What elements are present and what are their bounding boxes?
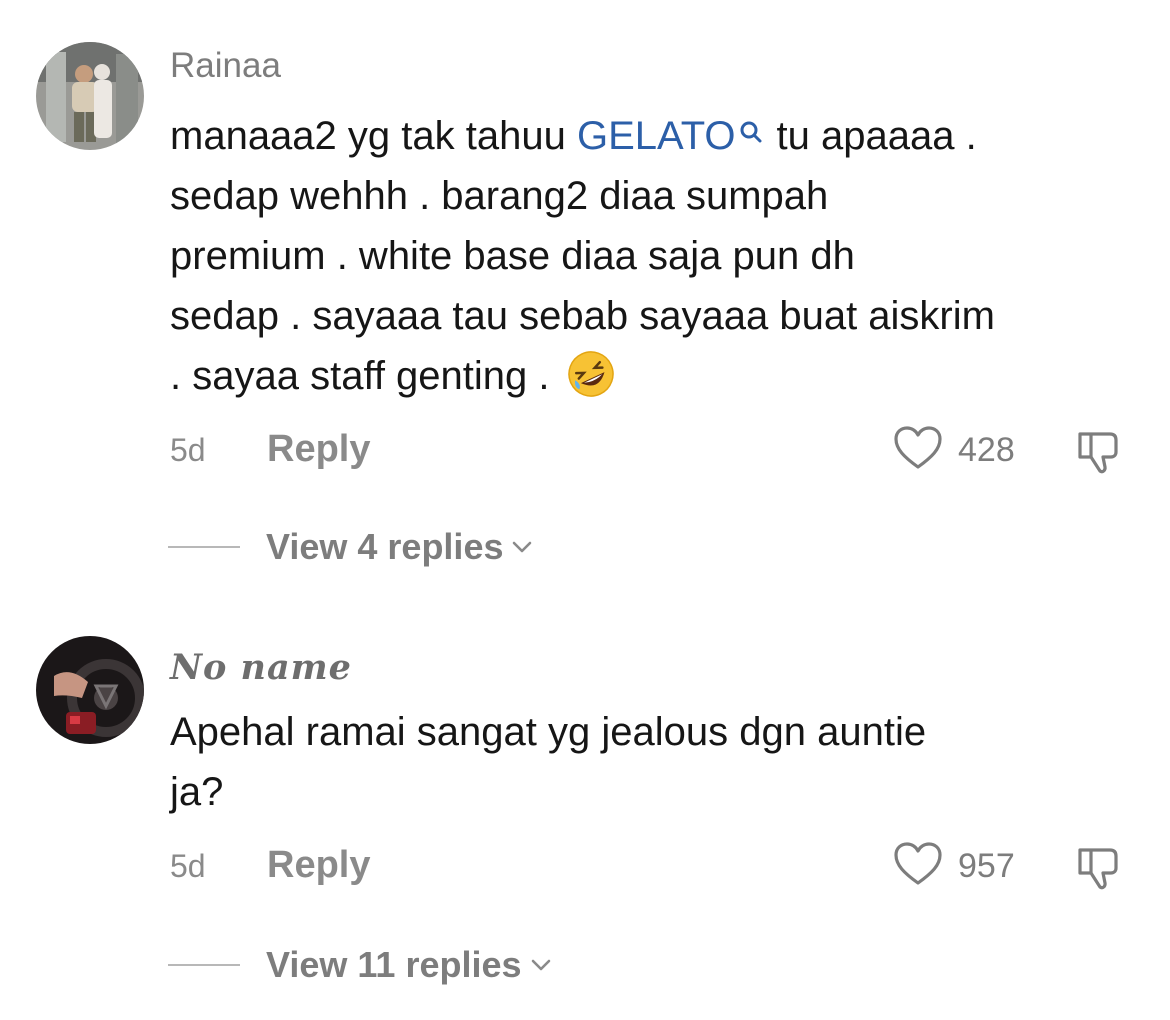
comment-username[interactable]: Rainaa xyxy=(170,46,281,86)
comment-actions: 5d Reply 957 xyxy=(170,836,1130,896)
comment-line: ja? xyxy=(170,770,224,814)
comment-time: 5d xyxy=(170,432,206,468)
comment-line: . sayaa staff genting . xyxy=(170,346,1145,406)
comment-item: Rainaa manaaa2 yg tak tahuu GELATO tu apa… xyxy=(0,0,1170,590)
dislike-icon[interactable] xyxy=(1072,426,1124,478)
comment-text: manaaa2 yg tak tahuu GELATO tu apaaaa . s… xyxy=(170,106,1145,406)
comment-line: sedap wehhh . barang2 diaa sumpah xyxy=(170,174,829,218)
chevron-down-icon xyxy=(530,954,552,976)
comment-line: manaaa2 yg tak tahuu GELATO tu apaaaa . xyxy=(170,106,1145,166)
comment-line: Apehal ramai sangat yg jealous dgn aunti… xyxy=(170,710,927,754)
comment-actions: 5d Reply 428 xyxy=(170,420,1130,480)
view-replies-button[interactable]: View 11 replies xyxy=(168,940,552,990)
chevron-down-icon xyxy=(511,536,533,558)
comment-text-segment: . sayaa staff genting . xyxy=(170,354,550,398)
rolling-on-floor-laughing-emoji-icon xyxy=(566,349,616,399)
avatar[interactable] xyxy=(36,42,144,150)
heart-icon xyxy=(892,841,944,892)
view-replies-label: View 4 replies xyxy=(266,526,504,567)
view-replies-label: View 11 replies xyxy=(266,944,522,985)
comment-line: sedap . sayaaa tau sebab sayaaa buat ais… xyxy=(170,294,995,338)
like-count: 428 xyxy=(958,430,1015,469)
view-replies-button[interactable]: View 4 replies xyxy=(168,522,533,572)
search-icon[interactable] xyxy=(739,106,763,143)
comment-text-segment: tu apaaaa . xyxy=(776,114,977,158)
comment-text: Apehal ramai sangat yg jealous dgn aunti… xyxy=(170,702,1145,822)
comment-username[interactable]: No name xyxy=(170,648,352,688)
search-link[interactable]: GELATO xyxy=(577,114,736,158)
like-count: 957 xyxy=(958,846,1015,885)
like-button[interactable]: 957 xyxy=(892,836,1015,896)
replies-divider xyxy=(168,964,240,966)
reply-button[interactable]: Reply xyxy=(267,844,370,887)
dislike-icon[interactable] xyxy=(1072,842,1124,894)
replies-divider xyxy=(168,546,240,548)
comment-item: No name Apehal ramai sangat yg jealous d… xyxy=(0,590,1170,1020)
like-button[interactable]: 428 xyxy=(892,420,1015,480)
comment-time: 5d xyxy=(170,848,206,884)
comment-line: premium . white base diaa saja pun dh xyxy=(170,234,855,278)
comment-text-segment: manaaa2 yg tak tahuu xyxy=(170,114,577,158)
avatar[interactable] xyxy=(36,636,144,744)
reply-button[interactable]: Reply xyxy=(267,428,370,471)
heart-icon xyxy=(892,425,944,476)
